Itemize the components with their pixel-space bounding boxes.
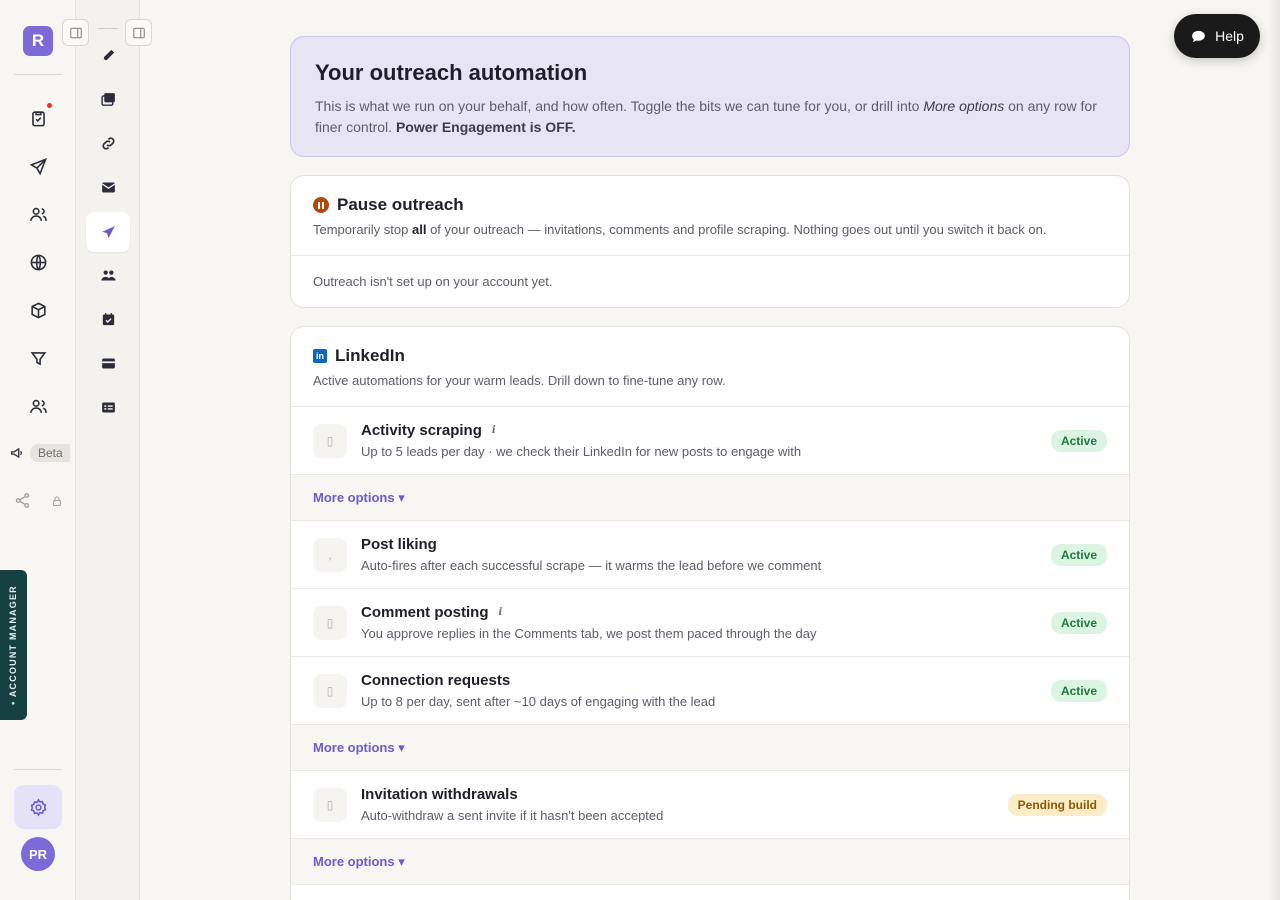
status-badge: Active	[1050, 679, 1107, 702]
help-label: Help	[1215, 28, 1244, 44]
more-options-row: More options ▾	[291, 838, 1129, 884]
app-logo[interactable]: R	[23, 26, 53, 56]
primary-sidebar: R Beta • ACCOUNT MANAGER PR	[0, 0, 76, 900]
row-title: Comment posting	[361, 604, 489, 621]
outreach-status-note: Outreach isn't set up on your account ye…	[291, 255, 1129, 307]
team-icon[interactable]	[24, 392, 52, 420]
row-title: Post liking	[361, 536, 437, 553]
mail-icon[interactable]	[86, 167, 130, 207]
more-options-row: More options ▾	[291, 474, 1129, 520]
notification-dot	[47, 103, 52, 108]
hero-description: This is what we run on your behalf, and …	[315, 96, 1105, 138]
help-button[interactable]: Help	[1174, 14, 1260, 58]
pause-description: Temporarily stop all of your outreach — …	[313, 222, 1107, 237]
row-description: Auto-fires after each successful scrape …	[361, 558, 822, 573]
row-title: Connection requests	[361, 672, 511, 689]
settings-button[interactable]	[14, 785, 62, 829]
pen-icon[interactable]	[86, 35, 130, 75]
pause-title: Pause outreach	[337, 195, 464, 214]
beta-item[interactable]: Beta	[10, 444, 70, 462]
automation-row-connection-requests: ▯ Connection requests Up to 8 per day, s…	[291, 656, 1129, 724]
globe-icon[interactable]	[24, 248, 52, 276]
main-content: Your outreach automation This is what we…	[290, 36, 1130, 900]
invitation-withdrawals-icon: ▯	[313, 787, 347, 822]
row-description: Auto-withdraw a sent invite if it hasn't…	[361, 808, 664, 823]
row-description: Up to 5 leads per day · we check their L…	[361, 444, 802, 459]
filter-icon[interactable]	[24, 344, 52, 372]
row-description: You approve replies in the Comments tab,…	[361, 626, 817, 641]
row-description: Up to 8 per day, sent after ~10 days of …	[361, 694, 716, 709]
pause-icon	[313, 197, 329, 213]
user-avatar[interactable]: PR	[21, 837, 55, 871]
info-icon[interactable]: i	[499, 607, 503, 618]
pause-desc-bold: all	[411, 222, 427, 237]
calendar-check-icon[interactable]	[86, 299, 130, 339]
comment-posting-icon: ▯	[313, 605, 347, 640]
row-title: Invitation withdrawals	[361, 786, 518, 803]
more-options-link[interactable]: More options ▾	[313, 740, 405, 756]
page-title: Your outreach automation	[315, 60, 588, 85]
account-manager-label: • ACCOUNT MANAGER	[8, 585, 18, 705]
status-badge: Active	[1050, 611, 1107, 634]
users-icon[interactable]	[24, 200, 52, 228]
people-icon[interactable]	[86, 255, 130, 295]
hero-desc-text: This is what we run on your behalf, and …	[315, 98, 924, 114]
pause-outreach-card: Pause outreach Temporarily stop all of y…	[290, 175, 1130, 308]
status-badge: Pending build	[1007, 793, 1107, 816]
linkedin-icon: in	[313, 349, 327, 363]
link-icon[interactable]	[86, 123, 130, 163]
pause-desc-text: Temporarily stop	[313, 222, 412, 237]
next-row-placeholder	[291, 884, 1129, 900]
outreach-icon[interactable]	[86, 212, 130, 252]
automation-row-invitation-withdrawals: ▯ Invitation withdrawals Auto-withdraw a…	[291, 770, 1129, 838]
more-options-row: More options ▾	[291, 724, 1129, 770]
chat-bubble-icon	[1192, 30, 1205, 42]
share-item	[14, 492, 63, 509]
automation-row-activity-scraping: ▯ Activity scraping i Up to 5 leads per d…	[291, 406, 1129, 474]
account-manager-tab[interactable]: • ACCOUNT MANAGER	[0, 570, 27, 720]
connection-requests-icon: ▯	[313, 673, 347, 708]
more-options-link[interactable]: More options ▾	[313, 854, 405, 870]
sidebar-divider	[14, 74, 62, 75]
pause-desc-text-2: of your outreach — invitations, comments…	[426, 222, 1047, 237]
hero-desc-emphasis: More options	[923, 98, 1005, 114]
clipboard-check-icon[interactable]	[24, 104, 52, 132]
row-title: Activity scraping	[361, 422, 482, 439]
automation-hero: Your outreach automation This is what we…	[290, 36, 1130, 157]
share-icon	[15, 493, 30, 508]
automation-row-post-liking: , Post liking Auto-fires after each succ…	[291, 520, 1129, 588]
send-icon[interactable]	[24, 152, 52, 180]
activity-scraping-icon: ▯	[313, 423, 347, 458]
linkedin-subtitle: Active automations for your warm leads. …	[313, 373, 726, 388]
scroll-shadow	[1268, 0, 1280, 900]
info-icon[interactable]: i	[492, 425, 496, 436]
lock-icon	[52, 495, 62, 506]
status-badge: Active	[1050, 543, 1107, 566]
secondary-sidebar	[62, 0, 152, 900]
gear-icon	[30, 798, 46, 816]
post-liking-icon: ,	[313, 537, 347, 572]
linkedin-title: LinkedIn	[335, 346, 405, 365]
subrail-divider	[98, 28, 118, 29]
sidebar-collapse-icon[interactable]	[62, 19, 89, 46]
linkedin-card: in LinkedIn Active automations for your …	[290, 326, 1130, 900]
beta-badge: Beta	[30, 444, 70, 462]
megaphone-icon	[11, 447, 22, 459]
power-engagement-status: Power Engagement is OFF.	[395, 119, 576, 135]
automation-row-comment-posting: ▯ Comment posting i You approve replies i…	[291, 588, 1129, 656]
sidebar-divider	[14, 769, 62, 770]
gallery-icon[interactable]	[86, 79, 130, 119]
box-icon[interactable]	[24, 296, 52, 324]
status-badge: Active	[1050, 429, 1107, 452]
list-card-icon[interactable]	[86, 387, 130, 427]
more-options-link[interactable]: More options ▾	[313, 490, 405, 506]
credit-card-icon[interactable]	[86, 343, 130, 383]
